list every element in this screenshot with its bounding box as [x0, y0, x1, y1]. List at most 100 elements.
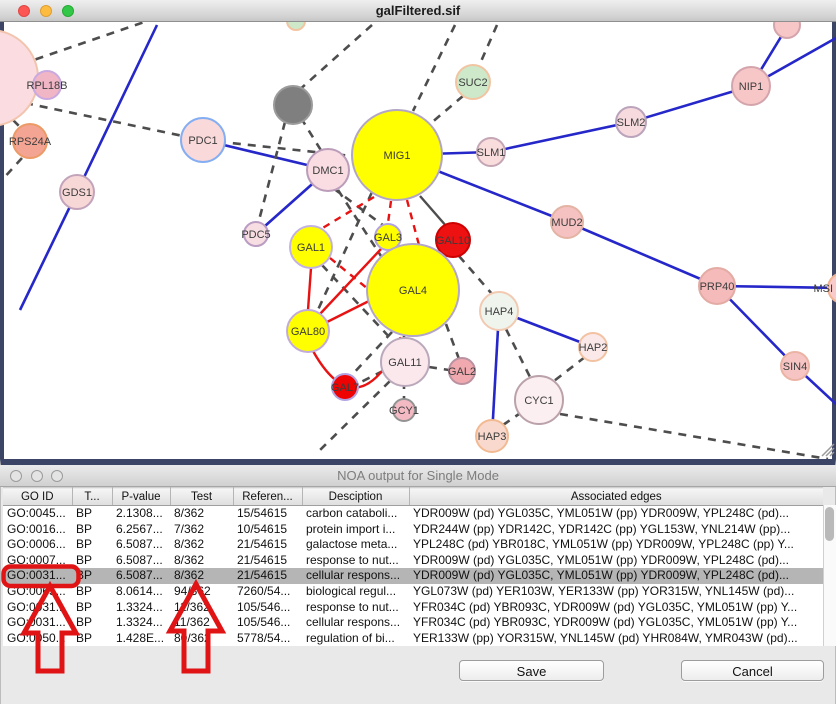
- node-gal10[interactable]: GAL10: [436, 223, 470, 257]
- cell-reference: 15/54615: [233, 506, 302, 522]
- cell-go_id: GO:0006...: [3, 537, 72, 553]
- edge-dash: [413, 25, 455, 111]
- edge-dash: [446, 324, 459, 359]
- node-hap2[interactable]: HAP2: [579, 333, 608, 361]
- table-row[interactable]: GO:0031...BP1.3324...11/362105/546...res…: [3, 600, 823, 616]
- cell-description: galactose meta...: [302, 537, 409, 553]
- table-row[interactable]: GO:0016...BP6.2567...7/36210/54615protei…: [3, 522, 823, 538]
- node-rps24a[interactable]: RPS24A: [9, 124, 52, 158]
- cell-p_value: 1.3324...: [112, 600, 170, 616]
- table-scrollbar-thumb[interactable]: [825, 507, 834, 541]
- cell-test: 8/362: [170, 568, 233, 584]
- edge-dash: [258, 122, 285, 224]
- cell-reference: 21/54615: [233, 568, 302, 584]
- column-header-p-value[interactable]: P-value: [112, 488, 170, 506]
- node-gds1[interactable]: GDS1: [60, 175, 94, 209]
- edge-dash: [459, 256, 492, 294]
- cell-test: 80/362: [170, 631, 233, 647]
- node-cyc1[interactable]: CYC1: [515, 376, 563, 424]
- node-gcy1[interactable]: GCY1: [389, 399, 419, 421]
- network-nodes: RPL18BRPS24AGDS1PDC1DMC1MIG1SUC2SLM1SLM2…: [0, 22, 836, 452]
- node-sin4[interactable]: SIN4: [781, 352, 809, 380]
- column-header-go-id[interactable]: GO ID: [3, 488, 72, 506]
- edge-dash: [503, 414, 519, 425]
- table-row[interactable]: GO:0007...BP6.5087...8/36221/54615respon…: [3, 553, 823, 569]
- cell-go_id: GO:0016...: [3, 522, 72, 538]
- table-row[interactable]: GO:0065...BP8.0614...94/3627260/54...bio…: [3, 584, 823, 600]
- cell-test: 8/362: [170, 537, 233, 553]
- node-suc2[interactable]: SUC2: [456, 65, 490, 99]
- node-nip1[interactable]: NIP1: [732, 67, 770, 105]
- cell-description: protein import i...: [302, 522, 409, 538]
- node-slm2[interactable]: SLM2: [616, 107, 646, 137]
- cell-test: 7/362: [170, 522, 233, 538]
- column-header-t-[interactable]: T...: [72, 488, 112, 506]
- cell-description: carbon cataboli...: [302, 506, 409, 522]
- noa-window-title: NOA output for Single Mode: [0, 465, 836, 487]
- table-row[interactable]: GO:0031...BP6.5087...8/36221/54615cellul…: [3, 568, 823, 584]
- column-header-referen-[interactable]: Referen...: [233, 488, 302, 506]
- node-gal1[interactable]: GAL1: [290, 226, 332, 268]
- save-button[interactable]: Save: [459, 660, 604, 681]
- node-large-left[interactable]: [0, 30, 38, 126]
- cell-edges: YFR034C (pd) YBR093C, YDR009W (pd) YGL03…: [409, 615, 823, 631]
- table-row[interactable]: GO:0045...BP2.1308...8/36215/54615carbon…: [3, 506, 823, 522]
- node-partial-top[interactable]: [287, 22, 305, 30]
- cell-test: 8/362: [170, 553, 233, 569]
- cell-edges: YGL073W (pd) YER103W, YER133W (pp) YOR31…: [409, 584, 823, 600]
- cell-p_value: 1.428E...: [112, 631, 170, 647]
- edge-dash: [479, 25, 497, 66]
- node-hap4[interactable]: HAP4: [480, 292, 518, 330]
- cell-type: BP: [72, 553, 112, 569]
- cell-p_value: 6.5087...: [112, 537, 170, 553]
- cell-p_value: 2.1308...: [112, 506, 170, 522]
- cell-p_value: 6.5087...: [112, 553, 170, 569]
- cell-reference: 10/54615: [233, 522, 302, 538]
- cell-type: BP: [72, 631, 112, 647]
- cell-type: BP: [72, 506, 112, 522]
- cell-edges: YPL248C (pd) YBR018C, YML051W (pp) YDR00…: [409, 537, 823, 553]
- node-gal80[interactable]: GAL80: [287, 310, 329, 352]
- edge-dash: [430, 96, 463, 124]
- cell-test: 94/362: [170, 584, 233, 600]
- column-header-associated-edges[interactable]: Associated edges: [409, 488, 823, 506]
- cell-edges: YDR244W (pp) YDR142C, YDR142C (pp) YGL15…: [409, 522, 823, 538]
- column-header-desciption[interactable]: Desciption: [302, 488, 409, 506]
- cell-type: BP: [72, 537, 112, 553]
- table-header-row: GO IDT...P-valueTestReferen...Desciption…: [3, 488, 823, 506]
- cell-reference: 105/546...: [233, 615, 302, 631]
- node-mud2[interactable]: MUD2: [551, 206, 583, 238]
- node-gal4[interactable]: GAL4: [367, 244, 459, 336]
- node-prp40[interactable]: PRP40: [699, 268, 735, 304]
- cell-description: cellular respons...: [302, 615, 409, 631]
- table-row[interactable]: GO:0031...BP1.3324...11/362105/546...cel…: [3, 615, 823, 631]
- edge-dash: [338, 190, 381, 256]
- edge-dash: [506, 329, 531, 379]
- resize-grip-icon[interactable]: [822, 444, 834, 456]
- cancel-button[interactable]: Cancel: [681, 660, 824, 681]
- cell-go_id: GO:0031...: [3, 600, 72, 616]
- edge-rdash: [407, 200, 419, 245]
- table-row[interactable]: GO:0050...BP1.428E...80/3625778/54...reg…: [3, 631, 823, 647]
- cell-p_value: 1.3324...: [112, 615, 170, 631]
- column-header-test[interactable]: Test: [170, 488, 233, 506]
- cell-edges: YDR009W (pd) YGL035C, YML051W (pp) YDR00…: [409, 506, 823, 522]
- node-slm1[interactable]: SLM1: [477, 138, 506, 166]
- node-gal2[interactable]: GAL2: [448, 358, 476, 384]
- table-row[interactable]: GO:0006...BP6.5087...8/36221/54615galact…: [3, 537, 823, 553]
- cell-go_id: GO:0065...: [3, 584, 72, 600]
- edge-rdash: [321, 197, 374, 229]
- node-partial-topright[interactable]: [774, 22, 800, 38]
- edge-dash: [429, 367, 449, 370]
- node-gal11[interactable]: GAL11: [381, 338, 429, 386]
- node-dmc1[interactable]: DMC1: [307, 149, 349, 191]
- node-mig1[interactable]: MIG1: [352, 110, 442, 200]
- cell-description: response to nut...: [302, 600, 409, 616]
- cell-edges: YDR009W (pd) YGL035C, YML051W (pp) YDR00…: [409, 568, 823, 584]
- node-gal7[interactable]: GAL7: [331, 374, 359, 400]
- cell-go_id: GO:0045...: [3, 506, 72, 522]
- node-hap3[interactable]: HAP3: [476, 420, 508, 452]
- cell-description: biological regul...: [302, 584, 409, 600]
- node-pdc1[interactable]: PDC1: [181, 118, 225, 162]
- node-gray[interactable]: [274, 86, 312, 124]
